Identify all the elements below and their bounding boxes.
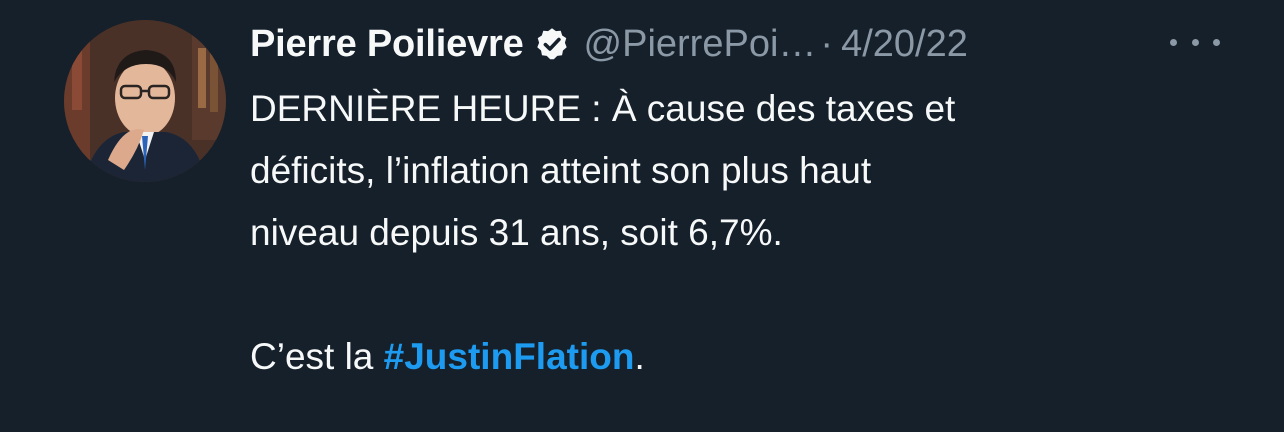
tweet: Pierre Poilievre @PierrePoi… · 4/20/22 D… [0,0,1284,432]
separator-dot: · [820,22,834,65]
tweet-text-line: déficits, l’inflation atteint son plus h… [250,150,872,191]
tweet-text: DERNIÈRE HEURE : À cause des taxes et dé… [250,78,1250,388]
tweet-date[interactable]: 4/20/22 [841,23,968,66]
avatar[interactable] [64,20,226,182]
author-name[interactable]: Pierre Poilievre [250,23,524,66]
more-dot [1191,38,1199,46]
tweet-text-line: DERNIÈRE HEURE : À cause des taxes et [250,88,956,129]
more-options-icon[interactable] [1170,22,1220,62]
tweet-text-line: niveau depuis 31 ans, soit 6,7%. [250,212,783,253]
more-dot [1170,38,1177,46]
tweet-text-line: C’est la #JustinFlation. [250,326,1250,388]
avatar-image [64,20,226,182]
hashtag-link[interactable]: #JustinFlation [384,336,635,377]
tweet-header: Pierre Poilievre @PierrePoi… · 4/20/22 [250,16,968,72]
author-handle[interactable]: @PierrePoi… [584,23,817,66]
verified-badge-icon [534,26,570,62]
tweet-text-suffix: . [634,336,645,377]
more-dot [1213,38,1220,46]
tweet-text-prefix: C’est la [250,336,384,377]
